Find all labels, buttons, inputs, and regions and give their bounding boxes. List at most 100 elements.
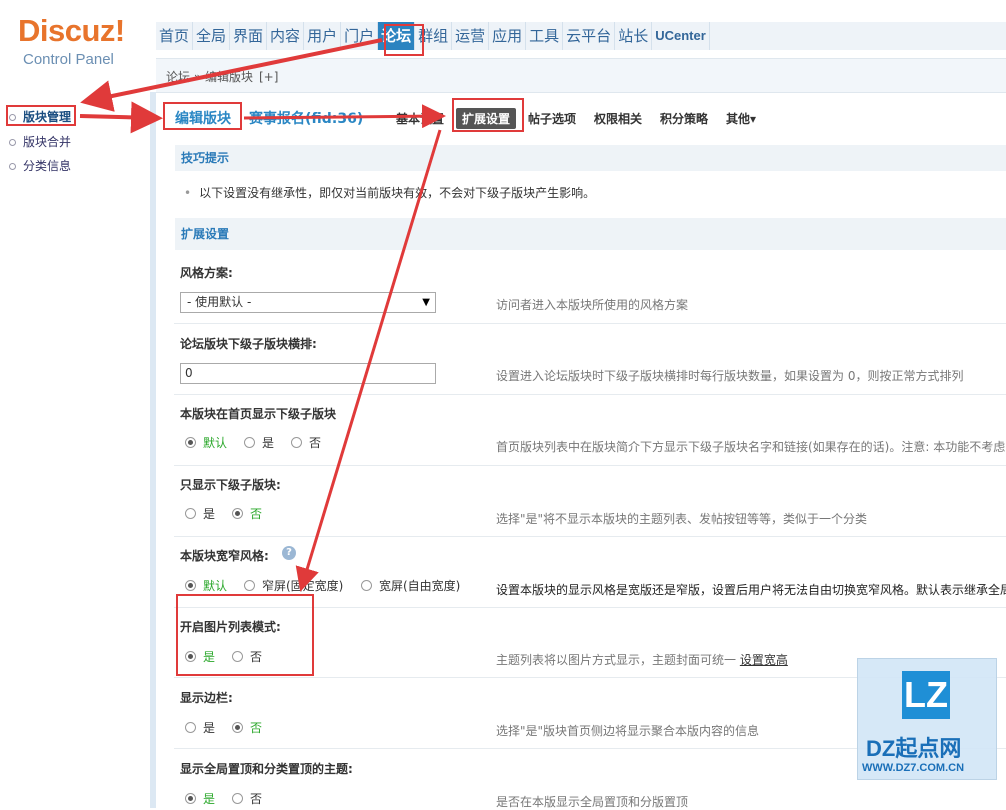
radio-label: 是 xyxy=(203,721,216,735)
nav-global[interactable]: 全局 xyxy=(193,22,231,50)
sidebar-show-no-radio[interactable]: 否 xyxy=(232,719,262,736)
show-sub-home-no-radio[interactable]: 否 xyxy=(291,434,321,451)
image-list-desc-text: 主题列表将以图片方式显示，主题封面可统一 xyxy=(496,653,737,667)
radio-label: 默认 xyxy=(203,436,228,450)
watermark-url: WWW.DZ7.COM.CN xyxy=(862,762,965,774)
nav-user[interactable]: 用户 xyxy=(304,22,342,50)
nav-webmaster[interactable]: 站长 xyxy=(615,22,653,50)
nav-content[interactable]: 内容 xyxy=(267,22,305,50)
sidebar: 版块管理 版块合并 分类信息 xyxy=(0,92,156,808)
global-top-yes-radio[interactable]: 是 xyxy=(185,790,215,807)
divider xyxy=(174,394,1006,395)
sidebar-item-forum-merge[interactable]: 版块合并 xyxy=(9,133,71,150)
help-icon[interactable]: ? xyxy=(282,546,296,560)
nav-cloud[interactable]: 云平台 xyxy=(563,22,616,50)
bullet-icon: • xyxy=(184,186,192,200)
tips-text: • 以下设置没有继承性，即仅对当前版块有效，不会对下级子版块产生影响。 xyxy=(184,184,595,201)
radio-label: 是 xyxy=(203,507,216,521)
header: Discuz! Control Panel 首页 全局 界面 内容 用户 门户 … xyxy=(0,0,1006,69)
set-size-link[interactable]: 设置宽高 xyxy=(740,653,788,667)
section-heading: 扩展设置 xyxy=(175,218,1006,250)
radio-icon xyxy=(244,580,255,591)
radio-label: 窄屏(固定宽度) xyxy=(262,579,344,593)
radio-label: 否 xyxy=(250,792,263,806)
width-style-desc: 设置本版块的显示风格是宽版还是窄版，设置后用户将无法自由切换宽窄风格。默认表示继… xyxy=(496,583,1006,597)
sidebar-show-yes-radio[interactable]: 是 xyxy=(185,719,215,736)
radio-label: 是 xyxy=(203,650,216,664)
radio-checked-icon xyxy=(185,651,196,662)
style-label: 风格方案: xyxy=(180,266,233,280)
sidebar-show-desc: 选择"是"版块首页侧边将显示聚合本版内容的信息 xyxy=(496,724,760,738)
image-list-label: 开启图片列表模式: xyxy=(180,620,281,634)
logo-brand: Discuz! xyxy=(18,13,125,48)
nav-style[interactable]: 界面 xyxy=(230,22,268,50)
radio-icon xyxy=(244,437,255,448)
breadcrumb-text: 论坛 » 编辑版块 xyxy=(166,70,253,84)
nav-ucenter[interactable]: UCenter xyxy=(652,22,710,50)
divider xyxy=(174,536,1006,537)
divider xyxy=(174,607,1006,608)
radio-label: 否 xyxy=(250,650,263,664)
tab-bar: 编辑版块 赛事报名(fid:36) 基本设置 扩展设置 帖子选项 权限相关 积分… xyxy=(156,92,1006,144)
only-sub-desc: 选择"是"将不显示本版块的主题列表、发帖按钮等等，类似于一个分类 xyxy=(496,512,868,526)
tab-credits[interactable]: 积分策略 xyxy=(660,110,708,127)
style-select[interactable]: - 使用默认 - ▼ xyxy=(180,292,436,313)
global-top-desc: 是否在本版显示全局置顶和分版置顶 xyxy=(496,795,689,809)
global-top-no-radio[interactable]: 否 xyxy=(232,790,262,807)
radio-checked-icon xyxy=(185,437,196,448)
radio-checked-icon xyxy=(232,722,243,733)
radio-label: 否 xyxy=(250,507,263,521)
tab-extended[interactable]: 扩展设置 xyxy=(456,108,517,129)
radio-icon xyxy=(232,651,243,662)
nav-group[interactable]: 群组 xyxy=(415,22,453,50)
nav-portal[interactable]: 门户 xyxy=(341,22,379,50)
watermark-name: DZ起点网 xyxy=(866,736,962,761)
logo-subtitle: Control Panel xyxy=(23,51,114,68)
radio-icon xyxy=(232,793,243,804)
width-wide-radio[interactable]: 宽屏(自由宽度) xyxy=(361,577,460,594)
only-sub-no-radio[interactable]: 否 xyxy=(232,505,262,522)
global-top-label: 显示全局置顶和分类置顶的主题: xyxy=(180,762,353,776)
watermark-logo: LZ xyxy=(902,671,950,719)
sidebar-item-thread-types[interactable]: 分类信息 xyxy=(9,157,71,174)
show-sub-home-default-radio[interactable]: 默认 xyxy=(185,434,227,451)
radio-label: 是 xyxy=(262,436,275,450)
subforum-cols-input[interactable]: 0 xyxy=(180,363,436,384)
image-list-desc: 主题列表将以图片方式显示，主题封面可统一 设置宽高 xyxy=(496,651,788,668)
tips-text-content: 以下设置没有继承性，即仅对当前版块有效，不会对下级子版块产生影响。 xyxy=(199,186,596,200)
tab-more[interactable]: 其他▾ xyxy=(726,110,756,127)
discuz-logo[interactable]: Discuz! Control Panel xyxy=(18,13,125,69)
radio-icon xyxy=(185,508,196,519)
width-default-radio[interactable]: 默认 xyxy=(185,577,227,594)
radio-checked-icon xyxy=(185,580,196,591)
page-title: 编辑版块 xyxy=(175,111,231,127)
tips-heading: 技巧提示 xyxy=(175,145,1006,171)
show-sub-home-label: 本版块在首页显示下级子版块 xyxy=(180,407,337,421)
only-sub-yes-radio[interactable]: 是 xyxy=(185,505,215,522)
bullet-icon xyxy=(9,114,16,121)
bullet-icon xyxy=(9,163,16,170)
nav-forum[interactable]: 论坛 xyxy=(378,22,416,50)
site-watermark: LZ DZ起点网 WWW.DZ7.COM.CN xyxy=(857,658,997,780)
image-list-no-radio[interactable]: 否 xyxy=(232,648,262,665)
sidebar-item-label: 版块管理 xyxy=(23,110,72,124)
nav-home[interactable]: 首页 xyxy=(156,22,194,50)
nav-operation[interactable]: 运营 xyxy=(452,22,490,50)
radio-label: 宽屏(自由宽度) xyxy=(379,579,461,593)
nav-tools[interactable]: 工具 xyxy=(526,22,564,50)
sidebar-show-label: 显示边栏: xyxy=(180,691,233,705)
tab-post-options[interactable]: 帖子选项 xyxy=(528,110,576,127)
style-desc: 访问者进入本版块所使用的风格方案 xyxy=(496,298,689,312)
image-list-yes-radio[interactable]: 是 xyxy=(185,648,215,665)
nav-app[interactable]: 应用 xyxy=(489,22,527,50)
top-nav: 首页 全局 界面 内容 用户 门户 论坛 群组 运营 应用 工具 云平台 站长 … xyxy=(156,22,1006,50)
radio-checked-icon xyxy=(232,508,243,519)
tab-basic[interactable]: 基本设置 xyxy=(396,110,444,127)
show-sub-home-yes-radio[interactable]: 是 xyxy=(244,434,274,451)
width-style-label: 本版块宽窄风格: xyxy=(180,549,269,563)
width-narrow-radio[interactable]: 窄屏(固定宽度) xyxy=(244,577,343,594)
breadcrumb-expand-button[interactable]: [+] xyxy=(259,70,278,84)
tab-permissions[interactable]: 权限相关 xyxy=(594,110,642,127)
breadcrumb: 论坛 » 编辑版块 [+] xyxy=(156,58,1006,93)
sidebar-item-forum-manage[interactable]: 版块管理 xyxy=(9,108,71,125)
